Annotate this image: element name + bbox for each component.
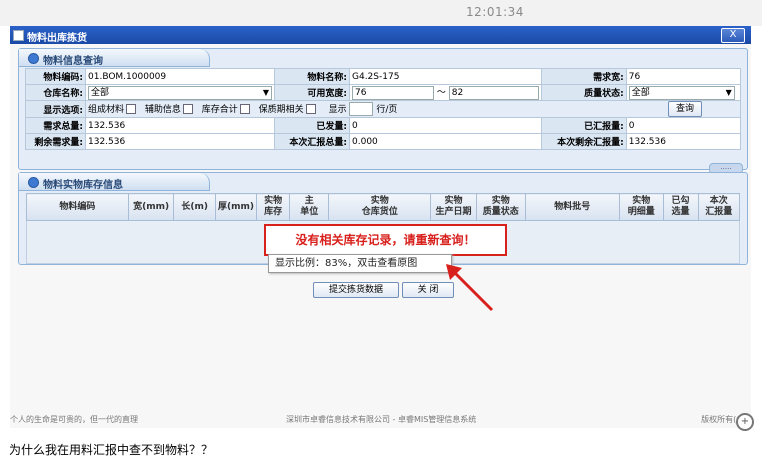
user-question: 为什么我在用料汇报中查不到物料？？ bbox=[9, 443, 214, 457]
total-required-label: 需求总量: bbox=[25, 117, 86, 134]
column-header: 厚(mm) bbox=[214, 193, 258, 221]
show-label: 显示 bbox=[328, 104, 347, 115]
report-total-value: 0.000 bbox=[349, 133, 542, 150]
column-header: 本次 汇报量 bbox=[697, 193, 741, 221]
required-width-label: 需求宽: bbox=[540, 68, 627, 85]
total-required-value: 132.536 bbox=[85, 117, 275, 134]
remaining-after-value: 132.536 bbox=[625, 133, 742, 150]
query-form: 物料编码: 01.BOM.1000009 物料名称: G4.2S-175 需求宽… bbox=[25, 68, 742, 150]
collapse-icon[interactable] bbox=[28, 53, 39, 64]
warehouse-label: 仓库名称: bbox=[25, 84, 86, 101]
option-checkbox[interactable] bbox=[239, 104, 250, 115]
clock: 12:01:34 bbox=[466, 5, 524, 19]
dropdown-arrow-icon[interactable]: ▼ bbox=[263, 87, 269, 99]
window-title: 物料出库拣货 bbox=[27, 33, 87, 44]
display-options-label: 显示选项: bbox=[25, 100, 86, 118]
range-separator: ～ bbox=[436, 88, 446, 99]
quality-cell: 全部 ▼ bbox=[625, 84, 742, 101]
zoom-tooltip: 显示比例：83%，双击查看原图 bbox=[268, 254, 452, 273]
zoom-icon[interactable]: + bbox=[736, 413, 754, 431]
column-header: 物料编码 bbox=[26, 193, 129, 221]
material-name-label: 物料名称: bbox=[274, 68, 350, 85]
stock-panel-header[interactable]: 物料实物库存信息 bbox=[19, 173, 210, 191]
quality-select[interactable]: 全部 ▼ bbox=[628, 85, 735, 100]
material-name-field[interactable]: G4.2S-175 bbox=[349, 68, 542, 85]
reported-label: 已汇报量: bbox=[540, 117, 627, 134]
remaining-label: 剩余需求量: bbox=[25, 133, 86, 150]
remaining-after-label: 本次剩余汇报量: bbox=[540, 133, 627, 150]
required-width-field[interactable]: 76 bbox=[625, 68, 742, 85]
warehouse-select[interactable]: 全部 ▼ bbox=[88, 85, 272, 100]
rows-per-page-input[interactable] bbox=[349, 102, 374, 117]
submit-picking-button[interactable]: 提交拣货数据 bbox=[313, 282, 399, 298]
warehouse-cell: 全部 ▼ bbox=[85, 84, 275, 101]
close-window-button[interactable]: X bbox=[721, 28, 745, 43]
option-checkbox[interactable] bbox=[126, 104, 137, 115]
warehouse-select-value: 全部 bbox=[91, 87, 110, 98]
reported-value: 0 bbox=[625, 117, 742, 134]
column-header: 长(m) bbox=[173, 193, 216, 221]
usable-width-to-input[interactable]: 82 bbox=[448, 85, 539, 100]
usable-width-cell: 76 ～ 82 bbox=[349, 84, 542, 101]
column-header: 宽(mm) bbox=[127, 193, 175, 221]
option-label: 组成材料 bbox=[88, 104, 125, 115]
column-header: 实物 明细量 bbox=[619, 193, 664, 221]
column-header: 实物 仓库货位 bbox=[328, 193, 432, 221]
arrow-line bbox=[452, 270, 494, 312]
os-top-bar: 12:01:34 bbox=[0, 0, 762, 26]
query-panel: 物料信息查询 物料编码: 01.BOM.1000009 物料名称: G4.2S-… bbox=[18, 48, 748, 174]
usable-width-from-input[interactable]: 76 bbox=[352, 85, 434, 100]
issued-value: 0 bbox=[349, 117, 542, 134]
quality-label: 质量状态: bbox=[540, 84, 627, 101]
no-records-alert: 没有相关库存记录，请重新查询！ bbox=[264, 224, 507, 256]
status-footer: 个人的生命是可贵的，但一代的直理 深圳市卓睿信息技术有限公司 - 卓睿MIS管理… bbox=[10, 413, 751, 428]
column-header: 主 单位 bbox=[289, 193, 330, 221]
material-code-label: 物料编码: bbox=[25, 68, 86, 85]
option-label: 辅助信息 bbox=[144, 104, 181, 115]
annotation-arrow bbox=[446, 264, 494, 312]
usable-width-label: 可用宽度: bbox=[274, 84, 350, 101]
query-button[interactable]: 查询 bbox=[668, 101, 702, 117]
dropdown-arrow-icon[interactable]: ▼ bbox=[726, 87, 732, 99]
footer-motto: 个人的生命是可贵的，但一代的直理 bbox=[10, 415, 138, 424]
query-panel-title: 物料信息查询 bbox=[43, 56, 103, 67]
issued-label: 已发量: bbox=[274, 117, 350, 134]
column-header: 已勾 选量 bbox=[662, 193, 699, 221]
column-header: 实物 质量状态 bbox=[475, 193, 526, 221]
option-label: 保质期相关 bbox=[258, 104, 304, 115]
rows-unit-label: 行/页 bbox=[376, 104, 398, 115]
report-total-label: 本次汇报总量: bbox=[274, 133, 350, 150]
column-header: 物料批号 bbox=[524, 193, 621, 221]
column-header: 实物 库存 bbox=[256, 193, 291, 221]
footer-company: 深圳市卓睿信息技术有限公司 - 卓睿MIS管理信息系统 bbox=[286, 415, 477, 424]
stock-panel-title: 物料实物库存信息 bbox=[43, 180, 123, 191]
query-panel-header[interactable]: 物料信息查询 bbox=[19, 49, 210, 67]
window-titlebar: 物料出库拣货 X bbox=[10, 26, 751, 44]
remaining-value: 132.536 bbox=[85, 133, 275, 150]
collapse-icon[interactable] bbox=[28, 177, 39, 188]
column-header: 实物 生产日期 bbox=[430, 193, 477, 221]
query-button-cell: 查询 bbox=[541, 100, 742, 118]
display-options: 组成材料 辅助信息 库存合计 保质期相关 显示 行/页 bbox=[85, 100, 542, 118]
option-checkbox[interactable] bbox=[305, 104, 316, 115]
option-label: 库存合计 bbox=[201, 104, 238, 115]
option-checkbox[interactable] bbox=[182, 104, 193, 115]
window-icon bbox=[13, 30, 24, 41]
material-code-field[interactable]: 01.BOM.1000009 bbox=[85, 68, 275, 85]
quality-select-value: 全部 bbox=[631, 87, 650, 98]
